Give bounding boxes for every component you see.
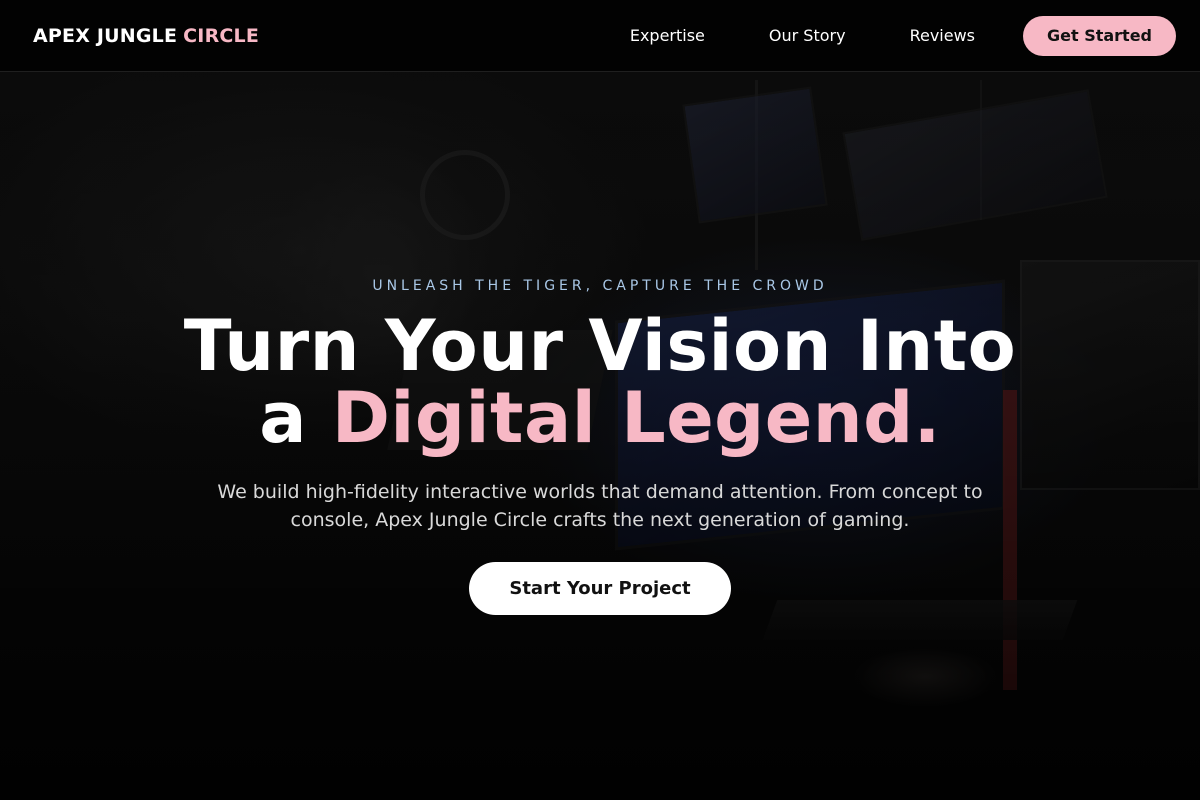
hero-title-line-2: a Digital Legend. <box>184 382 1017 454</box>
nav-links: Expertise Our Story Reviews Get Started <box>630 15 1176 56</box>
brand-logo[interactable]: APEX JUNGLE CIRCLE <box>33 25 259 47</box>
hero-subtitle: We build high-fidelity interactive world… <box>217 481 983 531</box>
hero-section: UNLEASH THE TIGER, CAPTURE THE CROWD Tur… <box>0 0 1200 800</box>
top-navbar: APEX JUNGLE CIRCLE Expertise Our Story R… <box>0 0 1200 72</box>
hero-title: Turn Your Vision Into a Digital Legend. <box>184 310 1017 454</box>
nav-link-our-story[interactable]: Our Story <box>769 26 846 45</box>
brand-name-primary: APEX JUNGLE <box>33 24 178 47</box>
hero-title-line-1: Turn Your Vision Into <box>183 305 1017 387</box>
nav-link-reviews[interactable]: Reviews <box>910 26 975 45</box>
hero-title-accent: Digital Legend. <box>331 377 941 459</box>
get-started-button[interactable]: Get Started <box>1023 15 1176 56</box>
hero-eyebrow: UNLEASH THE TIGER, CAPTURE THE CROWD <box>372 278 828 294</box>
nav-link-expertise[interactable]: Expertise <box>630 26 705 45</box>
hero-title-prefix: a <box>259 377 307 459</box>
brand-name-accent: CIRCLE <box>183 24 260 47</box>
start-project-button[interactable]: Start Your Project <box>469 562 731 615</box>
